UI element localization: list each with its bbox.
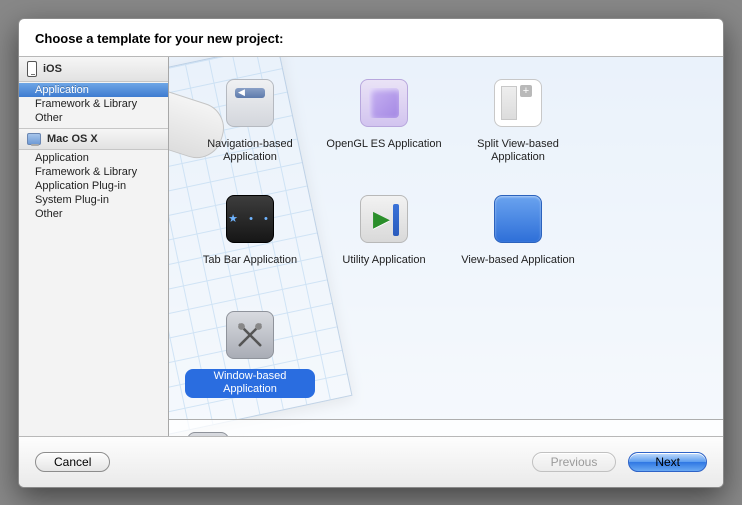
sidebar-section-label: iOS — [43, 63, 62, 75]
opengl-app-icon — [360, 79, 408, 127]
sidebar-item-ios-framework[interactable]: Framework & Library — [19, 97, 168, 111]
mac-icon — [27, 133, 41, 145]
navigation-app-icon — [226, 79, 274, 127]
view-app-icon — [494, 195, 542, 243]
sidebar-section-ios[interactable]: iOS — [19, 57, 168, 82]
sheet-footer: Cancel Previous Next — [19, 437, 723, 487]
sidebar-item-ios-other[interactable]: Other — [19, 111, 168, 125]
template-label: View-based Application — [455, 253, 581, 269]
next-button[interactable]: Next — [628, 452, 707, 472]
window-app-icon — [226, 311, 274, 359]
template-opengl-es[interactable]: OpenGL ES Application — [319, 67, 449, 177]
sidebar-section-macosx[interactable]: Mac OS X — [19, 128, 168, 150]
sheet-body: iOS Application Framework & Library Othe… — [19, 56, 723, 437]
new-project-sheet: Choose a template for your new project: … — [18, 18, 724, 488]
sheet-title: Choose a template for your new project: — [35, 31, 284, 46]
detail-icon — [187, 432, 229, 437]
iphone-icon — [27, 61, 37, 77]
template-grid: Navigation-based Application OpenGL ES A… — [169, 57, 723, 419]
sidebar-item-ios-application[interactable]: Application — [19, 83, 168, 97]
template-label: OpenGL ES Application — [320, 137, 447, 153]
sidebar-item-mac-framework[interactable]: Framework & Library — [19, 165, 168, 179]
sidebar-item-mac-other[interactable]: Other — [19, 207, 168, 221]
cancel-button[interactable]: Cancel — [35, 452, 110, 472]
template-label: Utility Application — [336, 253, 431, 269]
sidebar-item-mac-application[interactable]: Application — [19, 151, 168, 165]
template-view-based[interactable]: View-based Application — [453, 183, 583, 293]
split-view-app-icon — [494, 79, 542, 127]
tab-bar-app-icon — [226, 195, 274, 243]
sidebar-section-label: Mac OS X — [47, 133, 98, 145]
template-label: Navigation-based Application — [185, 137, 315, 167]
detail-title: Window-based Application — [243, 436, 705, 437]
utility-app-icon — [360, 195, 408, 243]
sheet-header: Choose a template for your new project: — [19, 19, 723, 56]
category-sidebar: iOS Application Framework & Library Othe… — [19, 57, 169, 436]
template-pane: Navigation-based Application OpenGL ES A… — [169, 57, 723, 436]
template-split-view[interactable]: Split View-based Application — [453, 67, 583, 177]
template-label: Tab Bar Application — [197, 253, 303, 269]
template-tab-bar[interactable]: Tab Bar Application — [185, 183, 315, 293]
template-label: Split View-based Application — [453, 137, 583, 167]
template-label: Window-based Application — [185, 369, 315, 399]
sidebar-item-mac-app-plugin[interactable]: Application Plug-in — [19, 179, 168, 193]
template-navigation-based[interactable]: Navigation-based Application — [185, 67, 315, 177]
template-window-based[interactable]: Window-based Application — [185, 299, 315, 409]
sidebar-item-mac-sys-plugin[interactable]: System Plug-in — [19, 193, 168, 207]
template-utility[interactable]: Utility Application — [319, 183, 449, 293]
template-detail: Window-based Application This template p… — [169, 419, 723, 437]
previous-button[interactable]: Previous — [532, 452, 617, 472]
